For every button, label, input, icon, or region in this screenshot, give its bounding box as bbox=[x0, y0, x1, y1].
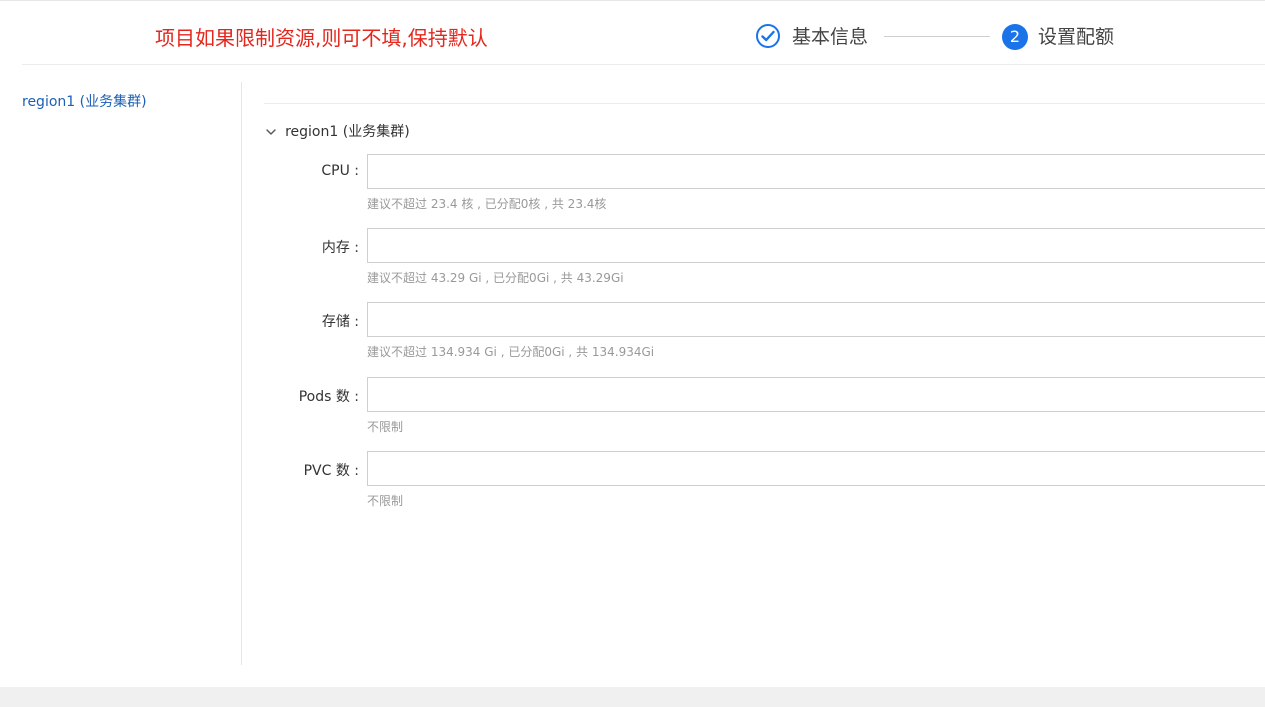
cpu-hint: 建议不超过 23.4 核 , 已分配0核 , 共 23.4核 bbox=[367, 197, 607, 211]
storage-field-group: 存储 : 建议不超过 134.934 Gi , 已分配0Gi , 共 134.9… bbox=[264, 302, 1265, 372]
pvc-field-group: PVC 数 : 不限制 bbox=[264, 451, 1265, 521]
step-number-badge: 2 bbox=[1002, 24, 1028, 50]
cpu-label: CPU : bbox=[321, 163, 359, 179]
pvc-input[interactable] bbox=[367, 451, 1265, 486]
pods-hint: 不限制 bbox=[367, 420, 404, 434]
cpu-field-group: CPU : 建议不超过 23.4 核 , 已分配0核 , 共 23.4核 bbox=[264, 154, 1265, 224]
pods-label: Pods 数 : bbox=[298, 389, 359, 405]
step-quota-settings: 设置配额 bbox=[1038, 26, 1115, 48]
cpu-input[interactable] bbox=[367, 154, 1265, 189]
divider bbox=[264, 103, 1265, 104]
storage-hint: 建议不超过 134.934 Gi , 已分配0Gi , 共 134.934Gi bbox=[367, 345, 655, 359]
memory-label: 内存 : bbox=[321, 240, 359, 256]
memory-input[interactable] bbox=[367, 228, 1265, 263]
pvc-hint: 不限制 bbox=[367, 494, 404, 508]
step-connector bbox=[884, 36, 990, 37]
storage-input[interactable] bbox=[367, 302, 1265, 337]
header: 项目如果限制资源,则可不填,保持默认 基本信息 2 设置配额 bbox=[22, 0, 1265, 65]
resource-limit-note: 项目如果限制资源,则可不填,保持默认 bbox=[155, 26, 488, 50]
step-indicator: 基本信息 2 设置配额 bbox=[756, 22, 1176, 52]
section-title: region1 (业务集群) bbox=[285, 123, 410, 140]
check-circle-icon bbox=[756, 24, 780, 48]
region1-section-toggle[interactable]: region1 (业务集群) bbox=[264, 120, 410, 140]
sidebar-item-region1[interactable]: region1 (业务集群) bbox=[22, 91, 147, 111]
pvc-label: PVC 数 : bbox=[303, 463, 359, 479]
pods-field-group: Pods 数 : 不限制 bbox=[264, 377, 1265, 447]
memory-hint: 建议不超过 43.29 Gi , 已分配0Gi , 共 43.29Gi bbox=[367, 271, 624, 285]
storage-label: 存储 : bbox=[321, 314, 359, 330]
footer-bar bbox=[0, 687, 1265, 707]
chevron-down-icon bbox=[264, 124, 278, 138]
step-basic-info[interactable]: 基本信息 bbox=[792, 22, 868, 52]
pods-input[interactable] bbox=[367, 377, 1265, 412]
quota-settings-page: 项目如果限制资源,则可不填,保持默认 基本信息 2 设置配额 region1 (… bbox=[0, 0, 1265, 707]
quota-form: region1 (业务集群) CPU : 建议不超过 23.4 核 , 已分配0… bbox=[264, 82, 1265, 665]
memory-field-group: 内存 : 建议不超过 43.29 Gi , 已分配0Gi , 共 43.29Gi bbox=[264, 228, 1265, 298]
cluster-sidebar: region1 (业务集群) bbox=[0, 82, 242, 665]
